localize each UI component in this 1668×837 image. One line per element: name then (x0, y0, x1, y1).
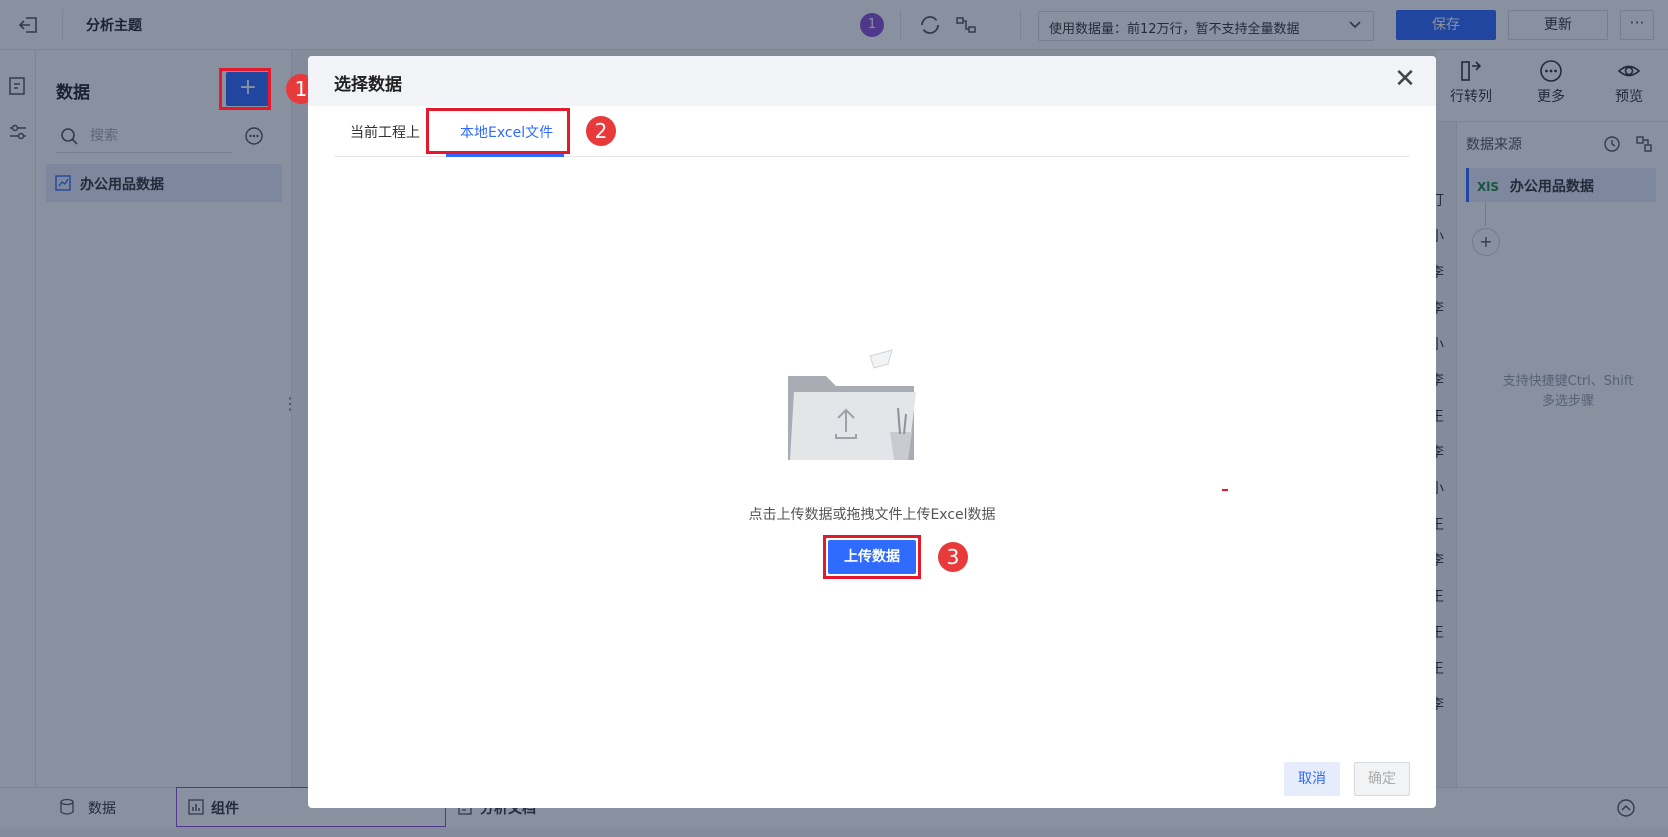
dialog-header (308, 56, 1436, 106)
highlight-box-tab (426, 108, 570, 154)
upload-hint-text: 点击上传数据或拖拽文件上传Excel数据 (748, 507, 996, 523)
highlight-box-upload (823, 535, 921, 579)
step-marker-3: 3 (938, 542, 968, 572)
dialog-title: 选择数据 (334, 75, 402, 95)
tab-current-project[interactable]: 当前工程上 (350, 122, 420, 142)
confirm-button[interactable]: 确定 (1354, 762, 1410, 796)
highlight-box-add (219, 68, 271, 110)
select-data-dialog: 选择数据 ✕ 当前工程上 本地Excel文件 2 点击上传数据或拖拽文件上传Ex… (308, 56, 1436, 808)
cancel-button[interactable]: 取消 (1284, 762, 1340, 796)
annotation-mark (1222, 489, 1228, 491)
active-tab-indicator (446, 154, 564, 157)
step-marker-2: 2 (586, 116, 616, 146)
close-icon[interactable]: ✕ (1390, 64, 1420, 94)
upload-folder-illustration[interactable] (786, 348, 926, 468)
